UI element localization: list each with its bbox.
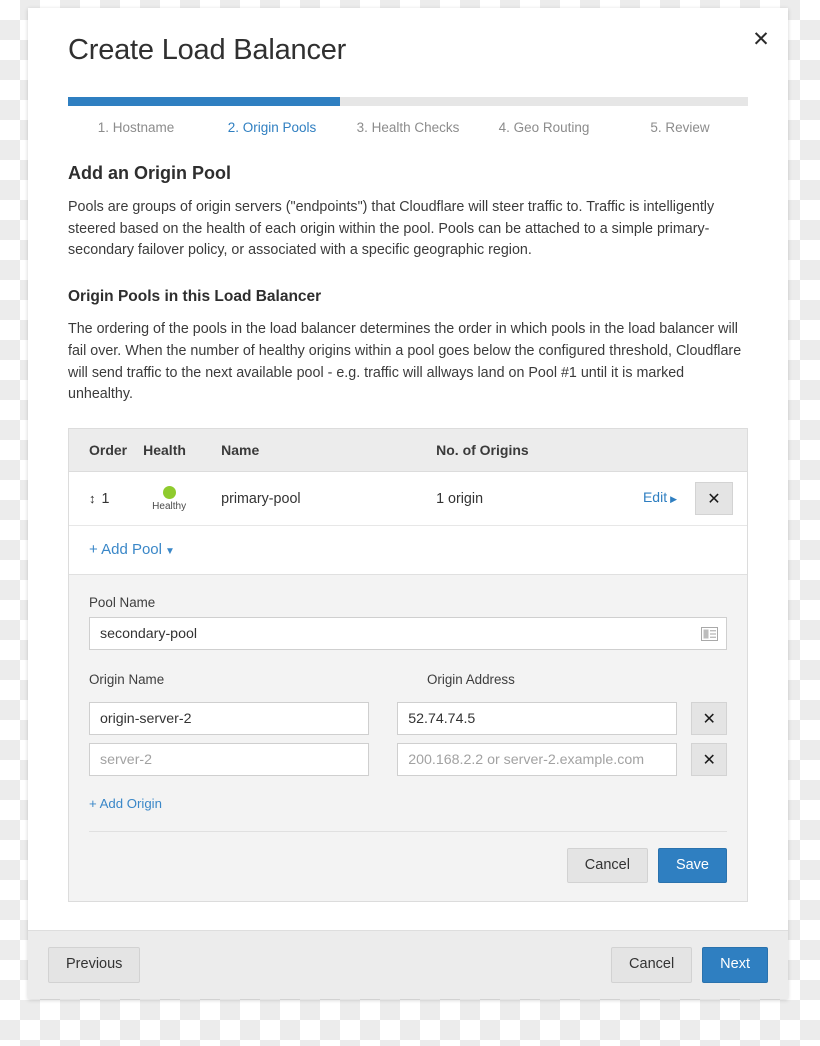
step-geo-routing[interactable]: 4. Geo Routing	[476, 116, 612, 137]
pool-name-input[interactable]	[89, 617, 727, 651]
add-origin-pool-description: Pools are groups of origin servers ("end…	[68, 199, 715, 259]
column-header-origins: No. of Origins	[428, 429, 597, 473]
pool-form-actions: Cancel Save	[89, 848, 727, 884]
origin-address-input[interactable]	[397, 702, 678, 736]
origin-address-input[interactable]	[397, 743, 678, 777]
health-status-dot-icon	[162, 485, 176, 499]
footer-actions: Cancel Next	[611, 947, 768, 983]
pool-name-cell: primary-pool	[213, 471, 429, 527]
origin-pools-list-heading: Origin Pools in this Load Balancer	[68, 288, 322, 306]
pool-name-field-wrap	[89, 617, 727, 651]
status-badge: Healthy	[143, 485, 195, 512]
origin-name-input[interactable]	[89, 743, 370, 777]
step-hostname[interactable]: 1. Hostname	[68, 116, 204, 137]
form-divider	[89, 831, 727, 833]
cancel-button[interactable]: Cancel	[611, 947, 693, 983]
origin-pools-card: Order Health Name No. of Origins ↕ 1 Hea…	[68, 428, 748, 903]
table-body: ↕1 Healthy primary-pool 1 origin Edit▶	[69, 471, 747, 527]
chevron-right-icon: ▶	[670, 494, 678, 505]
pool-order-cell: ↕ 1	[69, 471, 136, 527]
previous-button[interactable]: Previous	[48, 947, 141, 983]
pool-health-cell: Healthy	[135, 471, 214, 527]
origin-pools-list-description: The ordering of the pools in the load ba…	[68, 321, 742, 403]
edit-pool-link[interactable]: Edit ▶	[643, 489, 677, 505]
pool-origins-cell: 1 origin	[428, 471, 597, 527]
contact-card-icon[interactable]	[701, 626, 718, 641]
step-origin-pools[interactable]: 2. Origin Pools	[204, 116, 340, 137]
pool-name-label: Pool Name	[89, 595, 156, 611]
add-origin-pool-heading: Add an Origin Pool	[68, 163, 231, 183]
origin-name-label: Origin Name	[89, 672, 165, 688]
delete-origin-button[interactable]: ✕	[691, 702, 727, 736]
column-header-actions	[597, 429, 747, 473]
step-health-checks[interactable]: 3. Health Checks	[340, 116, 476, 137]
pool-actions-cell: Edit ▶ ✕	[597, 471, 747, 527]
origin-column-labels: Origin Name Origin Address	[89, 672, 727, 694]
next-button[interactable]: Next	[702, 947, 768, 983]
add-pool-row: + Add Pool ▼	[69, 526, 747, 576]
progress-track	[68, 97, 748, 106]
page-title: Create Load Balancer	[68, 34, 347, 66]
step-labels: 1. Hostname 2. Origin Pools 3. Health Ch…	[68, 116, 748, 137]
add-pool-button[interactable]: + Add Pool ▼	[89, 541, 175, 558]
pool-order-value: 1	[101, 490, 110, 507]
origin-row: ✕	[89, 702, 727, 736]
origin-address-label: Origin Address	[427, 672, 515, 688]
column-header-health: Health	[135, 429, 214, 473]
pool-cancel-button[interactable]: Cancel	[566, 848, 648, 884]
step-review[interactable]: 5. Review	[612, 116, 748, 137]
modal-footer: Previous Cancel Next	[28, 930, 788, 999]
edit-pool-label: Edit	[642, 489, 668, 506]
table-header-row: Order Health Name No. of Origins	[69, 429, 747, 473]
progress-fill	[68, 97, 340, 106]
close-icon[interactable]: ✕	[746, 24, 776, 54]
add-pool-label: + Add Pool	[89, 541, 162, 559]
column-header-name: Name	[213, 429, 429, 473]
modal-body: ✕ Create Load Balancer 1. Hostname 2. Or…	[28, 8, 788, 931]
column-header-order: Order	[69, 429, 136, 473]
origin-row: ✕	[89, 743, 727, 777]
origin-name-input[interactable]	[89, 702, 370, 736]
delete-origin-button[interactable]: ✕	[691, 743, 727, 777]
create-load-balancer-modal: ✕ Create Load Balancer 1. Hostname 2. Or…	[28, 8, 788, 999]
delete-pool-button[interactable]: ✕	[695, 482, 733, 516]
pool-save-button[interactable]: Save	[657, 848, 727, 884]
chevron-down-icon: ▼	[164, 546, 175, 558]
sort-handle-icon[interactable]: ↕	[89, 491, 96, 506]
add-origin-button[interactable]: + Add Origin	[89, 796, 162, 811]
wizard-steps: 1. Hostname 2. Origin Pools 3. Health Ch…	[68, 97, 748, 137]
table-header: Order Health Name No. of Origins	[69, 429, 747, 473]
table-row: ↕1 Healthy primary-pool 1 origin Edit▶	[69, 471, 747, 527]
origin-pools-table: Order Health Name No. of Origins ↕ 1 Hea…	[69, 429, 747, 527]
pool-edit-form: Pool Name Origin Name Origin Address	[69, 575, 747, 902]
health-status-label: Healthy	[152, 500, 187, 512]
